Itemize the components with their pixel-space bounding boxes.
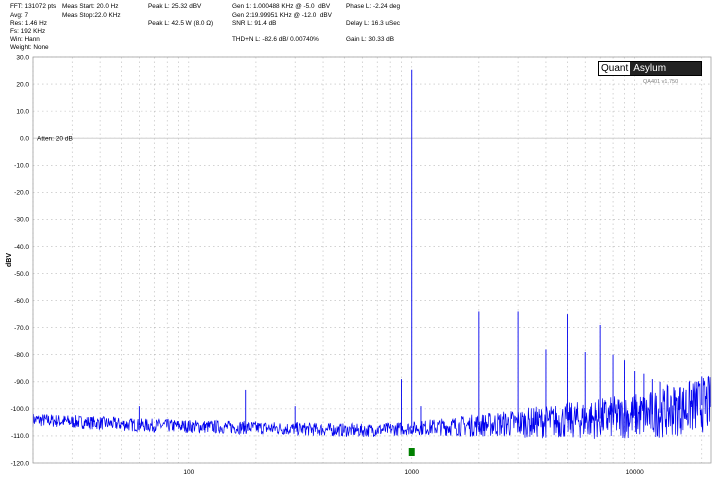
frequency-marker[interactable] [408, 448, 415, 456]
y-tick-label: 0.0 [20, 136, 29, 143]
y-tick-label: -100.0 [11, 406, 30, 413]
y-axis-title: dBV [6, 253, 13, 267]
y-tick-label: -20.0 [14, 190, 29, 197]
y-tick-label: 30.0 [16, 54, 29, 61]
y-tick-label: -50.0 [14, 271, 29, 278]
y-tick-label: 20.0 [16, 81, 29, 88]
logo-quant-text: Quant [599, 62, 631, 75]
quantasylum-logo: Quant Asylum [598, 61, 702, 76]
version-label: QA401 v1.750 [643, 79, 679, 85]
x-tick-label: 10000 [626, 469, 644, 476]
y-tick-label: -30.0 [14, 217, 29, 224]
x-tick-labels: 100 1000 10000 [183, 469, 644, 476]
y-tick-label: -10.0 [14, 163, 29, 170]
y-tick-label: -80.0 [14, 352, 29, 359]
x-tick-label: 100 [183, 469, 194, 476]
y-tick-label: -60.0 [14, 298, 29, 305]
y-tick-label: -40.0 [14, 244, 29, 251]
spectrum-trace [32, 69, 712, 439]
noise-floor-line [32, 375, 712, 439]
logo-asylum-text: Asylum [630, 62, 701, 75]
atten-annotation: Atten: 20 dB [37, 136, 73, 143]
plot-frame [32, 56, 712, 464]
y-tick-labels: 30.0 20.0 10.0 0.0 -10.0 -20.0 -30.0 -40.0 -50.0… [11, 54, 30, 467]
y-tick-label: -90.0 [14, 379, 29, 386]
y-tick-label: -110.0 [11, 433, 29, 440]
y-tick-label: -120.0 [11, 460, 30, 467]
y-tick-label: -70.0 [14, 325, 29, 332]
x-tick-label: 1000 [405, 469, 420, 476]
y-tick-label: 10.0 [16, 108, 29, 115]
chart-grid [32, 56, 711, 464]
